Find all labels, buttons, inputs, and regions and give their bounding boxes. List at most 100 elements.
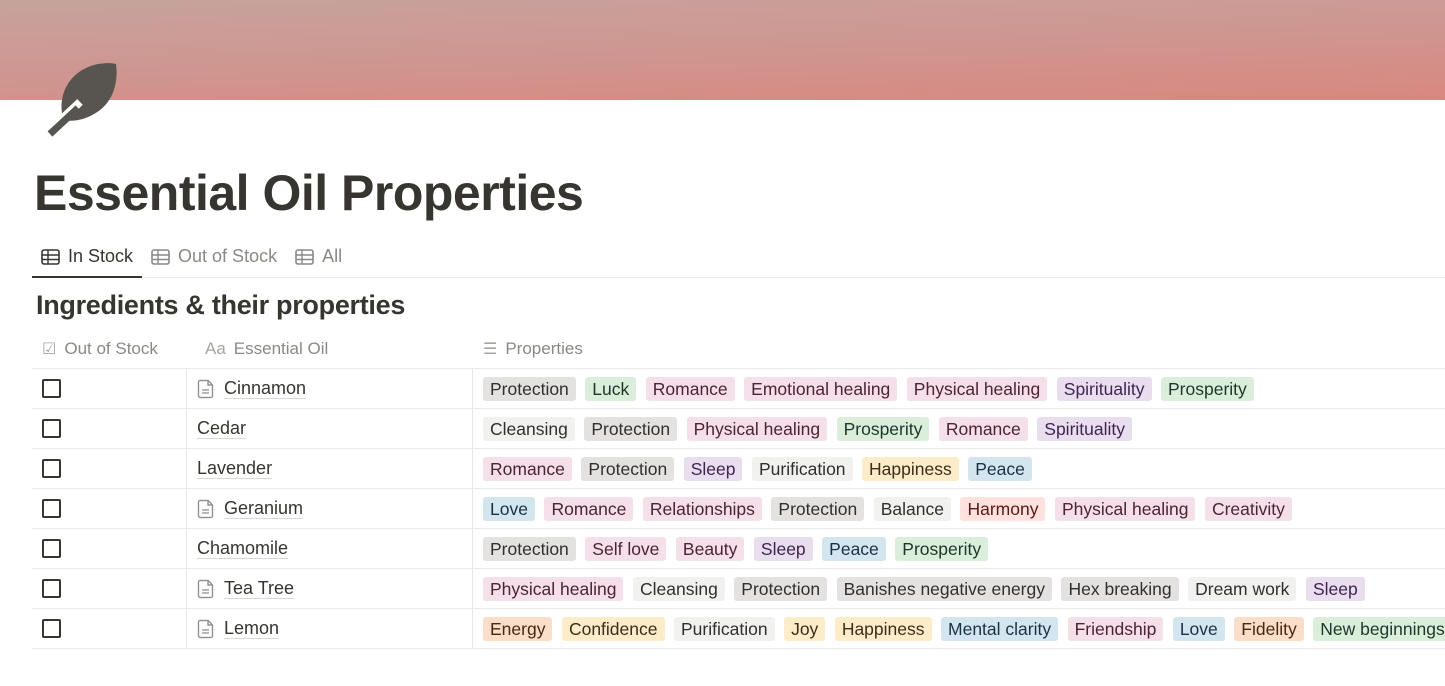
- property-tag: Beauty: [675, 536, 745, 561]
- property-tag: Protection: [483, 376, 576, 401]
- tab-label: All: [322, 246, 343, 266]
- property-tag: Love: [483, 496, 535, 521]
- essential-oil-cell: Lavender: [187, 449, 473, 488]
- property-tag: Protection: [771, 496, 865, 521]
- essential-oil-cell: Geranium: [187, 489, 473, 528]
- tab-label: In Stock: [68, 246, 134, 266]
- property-tag: Energy: [483, 616, 553, 641]
- essential-oil-name[interactable]: Geranium: [224, 498, 304, 519]
- property-tag: Happiness: [834, 616, 932, 641]
- properties-cell[interactable]: Physical healing Cleansing Protection Banis…: [473, 569, 1445, 608]
- tab-in-stock[interactable]: In Stock: [32, 236, 143, 278]
- essential-oil-name[interactable]: Lavender: [197, 458, 273, 479]
- property-tag: Protection: [734, 576, 828, 601]
- page-document-icon: [197, 579, 214, 598]
- property-tag: Protection: [584, 416, 678, 441]
- property-tag: Peace: [822, 536, 886, 561]
- property-tag: Prosperity: [836, 416, 930, 441]
- property-tag: Mental clarity: [941, 616, 1059, 641]
- property-tag: Sleep: [753, 536, 813, 561]
- leaf-icon[interactable]: [44, 58, 120, 138]
- out-of-stock-checkbox[interactable]: [42, 579, 61, 598]
- property-tag: Romance: [938, 416, 1028, 441]
- property-tag: Happiness: [862, 456, 959, 481]
- out-of-stock-cell: [32, 489, 187, 528]
- essential-oil-cell: Chamomile: [187, 529, 473, 568]
- essential-oil-name[interactable]: Cinnamon: [224, 378, 307, 399]
- property-tag: Peace: [968, 456, 1032, 481]
- out-of-stock-cell: [32, 409, 187, 448]
- table-icon: [151, 248, 170, 265]
- table-row[interactable]: Lavender Romance Protection Sleep Purificati…: [32, 449, 1445, 489]
- out-of-stock-cell: [32, 529, 187, 568]
- properties-cell[interactable]: Protection Self love Beauty Sleep Peace Prosp…: [473, 529, 1445, 568]
- essential-oil-name[interactable]: Lemon: [224, 618, 280, 639]
- property-tag: Protection: [483, 536, 576, 561]
- property-tag: Physical healing: [1054, 496, 1196, 521]
- property-tag: Luck: [585, 376, 637, 401]
- essential-oil-cell: Tea Tree: [187, 569, 473, 608]
- property-tag: Dream work: [1188, 576, 1297, 601]
- column-header-essential-oil[interactable]: Aa Essential Oil: [187, 329, 473, 368]
- column-header-properties[interactable]: ☰ Properties: [473, 329, 1445, 368]
- properties-cell[interactable]: Romance Protection Sleep Purification Happin…: [473, 449, 1445, 488]
- properties-cell[interactable]: Protection Luck Romance Emotional healing Ph…: [473, 369, 1445, 408]
- text-aa-icon: Aa: [205, 338, 226, 358]
- property-tag: Purification: [751, 456, 853, 481]
- property-tag: Banishes negative energy: [836, 576, 1052, 601]
- column-header-out-of-stock[interactable]: ☑ Out of Stock: [32, 329, 187, 368]
- property-tag: Prosperity: [895, 536, 989, 561]
- table-icon: [295, 248, 314, 265]
- out-of-stock-checkbox[interactable]: [42, 619, 61, 638]
- page-document-icon: [197, 379, 214, 398]
- property-tag: Sleep: [1305, 576, 1365, 601]
- property-tag: Purification: [674, 616, 775, 641]
- property-tag: Spirituality: [1037, 416, 1133, 441]
- property-tag: Hex breaking: [1061, 576, 1179, 601]
- property-tag: Friendship: [1067, 616, 1164, 641]
- table-row[interactable]: Cinnamon Protection Luck Romance Emotional h…: [32, 369, 1445, 409]
- property-tag: Emotional healing: [744, 376, 898, 401]
- out-of-stock-checkbox[interactable]: [42, 459, 61, 478]
- property-tag: Prosperity: [1161, 376, 1254, 401]
- column-label: Essential Oil: [233, 338, 329, 358]
- out-of-stock-checkbox[interactable]: [42, 419, 61, 438]
- page-document-icon: [197, 619, 214, 638]
- table-row[interactable]: Cedar Cleansing Protection Physical healing…: [32, 409, 1445, 449]
- essential-oil-name[interactable]: Chamomile: [197, 538, 289, 559]
- table-row[interactable]: Chamomile Protection Self love Beauty Sleep P…: [32, 529, 1445, 569]
- property-tag: Romance: [544, 496, 634, 521]
- table-row[interactable]: Tea Tree Physical healing Cleansing Protect…: [32, 569, 1445, 609]
- property-tag: New beginnings: [1313, 616, 1445, 641]
- property-tag: Self love: [585, 536, 667, 561]
- database-title: Ingredients & their properties: [36, 290, 406, 320]
- page-document-icon: [197, 499, 214, 518]
- essential-oil-cell: Cinnamon: [187, 369, 473, 408]
- table-row[interactable]: Geranium Love Romance Relationships Protecti…: [32, 489, 1445, 529]
- table-row[interactable]: Lemon Energy Confidence Purification Joy Happ…: [32, 609, 1445, 649]
- property-tag: Creativity: [1204, 496, 1292, 521]
- property-tag: Joy: [784, 616, 826, 641]
- property-tag: Balance: [873, 496, 951, 521]
- out-of-stock-checkbox[interactable]: [42, 539, 61, 558]
- essential-oil-name[interactable]: Cedar: [197, 418, 247, 439]
- tab-out-of-stock[interactable]: Out of Stock: [142, 236, 286, 277]
- essential-oil-cell: Lemon: [187, 609, 473, 648]
- tab-all[interactable]: All: [286, 236, 351, 277]
- properties-cell[interactable]: Energy Confidence Purification Joy Happiness…: [473, 609, 1445, 648]
- column-label: Out of Stock: [64, 338, 158, 358]
- property-tag: Relationships: [642, 496, 762, 521]
- out-of-stock-checkbox[interactable]: [42, 499, 61, 518]
- property-tag: Cleansing: [483, 416, 575, 441]
- property-tag: Confidence: [561, 616, 665, 641]
- essential-oil-name[interactable]: Tea Tree: [224, 578, 295, 599]
- page-cover: [0, 0, 1445, 100]
- property-tag: Protection: [581, 456, 675, 481]
- page-title: Essential Oil Properties: [34, 165, 584, 221]
- out-of-stock-checkbox[interactable]: [42, 379, 61, 398]
- column-label: Properties: [505, 338, 583, 358]
- properties-cell[interactable]: Love Romance Relationships Protection Balanc…: [473, 489, 1445, 528]
- list-icon: ☰: [483, 340, 498, 358]
- property-tag: Spirituality: [1056, 376, 1152, 401]
- properties-cell[interactable]: Cleansing Protection Physical healing Prosp…: [473, 409, 1445, 448]
